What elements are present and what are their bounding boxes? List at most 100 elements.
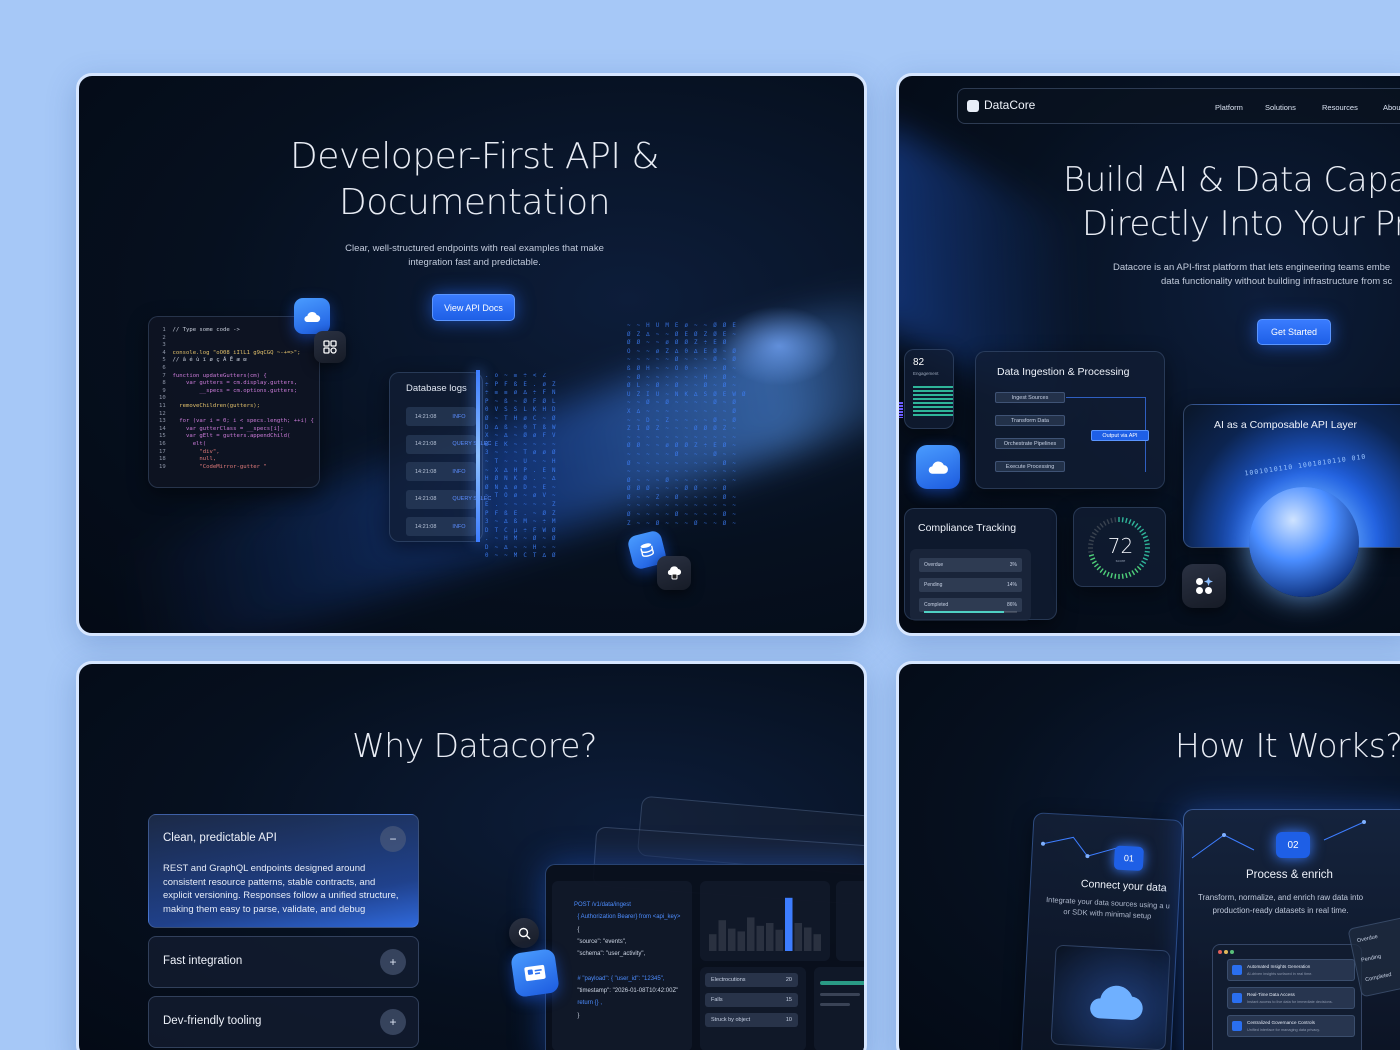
subtitle-line-2: integration fast and predictable. bbox=[408, 257, 541, 268]
expand-button[interactable]: + bbox=[380, 949, 406, 975]
row-label: Pending bbox=[924, 582, 943, 588]
line-number: 17 bbox=[159, 448, 173, 455]
gauge-tick bbox=[1125, 572, 1128, 579]
code-text: __specs = cm.options.gutters; bbox=[172, 387, 298, 394]
page-title: Developer-First API & Documentation bbox=[79, 134, 864, 226]
metrics-panel: Electrocutions 20 Falls 15 Struck by objec… bbox=[700, 967, 806, 1050]
bar bbox=[813, 934, 821, 951]
gauge-tick bbox=[1131, 570, 1136, 576]
row-label: Completed bbox=[924, 602, 949, 608]
line-number: 12 bbox=[159, 410, 173, 417]
metric-value: 10 bbox=[785, 1017, 792, 1023]
gauge-tick bbox=[1125, 517, 1128, 524]
metric-value: 20 bbox=[785, 977, 792, 983]
accordion-title: Clean, predictable API bbox=[163, 832, 277, 844]
nav-solutions[interactable]: Solutions bbox=[1265, 103, 1296, 112]
log-row: 14:21:08 INFO bbox=[406, 407, 476, 426]
gauge-tick bbox=[1114, 573, 1117, 579]
gauge-tick bbox=[1096, 525, 1102, 531]
code-line: "schema": "user_activity", bbox=[574, 951, 646, 958]
collapse-button[interactable]: − bbox=[380, 826, 406, 852]
line-number: 2 bbox=[159, 334, 173, 341]
subtitle: Clear, well-structured endpoints with re… bbox=[79, 242, 864, 270]
nav-platform[interactable]: Platform bbox=[1215, 103, 1243, 112]
gauge-tick bbox=[1139, 563, 1145, 568]
completed-fill bbox=[924, 611, 1004, 613]
hero-subtitle: Datacore is an API-first platform that l… bbox=[1113, 261, 1392, 289]
section-title: How It Works? bbox=[1175, 726, 1400, 765]
code-text: for (var i = 0; i < specs.length; ++i) { bbox=[172, 418, 314, 425]
body-line-3: explicit versioning. Responses follow a … bbox=[163, 890, 399, 901]
insights-window: Automated Insights Generation AI-driven i… bbox=[1212, 944, 1362, 1050]
code-text: // â é ù ï ø ç Ã Ē æ œ bbox=[172, 357, 247, 364]
log-time: 14:21:08 bbox=[415, 496, 437, 502]
score-label: score bbox=[1115, 558, 1126, 563]
code-text: var gutterClass = __specs[i]; bbox=[172, 425, 284, 432]
dashboard-card: POST /v1/data/ingest { Authorization Bea… bbox=[545, 864, 864, 1050]
gauge-tick bbox=[1139, 528, 1145, 533]
accordion-title: Dev-friendly tooling bbox=[163, 1015, 262, 1027]
navbar: DataCore Platform Solutions Resources Ab… bbox=[957, 88, 1400, 124]
body-line-4: making them easy to parse, validate, and… bbox=[163, 903, 366, 915]
desc-line-2: production-ready datasets in real time. bbox=[1212, 905, 1349, 915]
logo-text[interactable]: DataCore bbox=[984, 98, 1035, 112]
request-code: POST /v1/data/ingest { Authorization Bea… bbox=[574, 899, 680, 1022]
bar bbox=[775, 929, 783, 951]
code-line: 9 __specs = cm.options.gutters; bbox=[159, 388, 314, 396]
accordion-title: Fast integration bbox=[163, 955, 243, 967]
code-line: { bbox=[574, 926, 580, 933]
binary-ring: 1001010110 1001010110 010 bbox=[1244, 452, 1367, 478]
gauge-tick bbox=[1114, 517, 1117, 523]
accordion-item-clean-api[interactable]: Clean, predictable API − REST and GraphQ… bbox=[148, 814, 419, 928]
grey-bar bbox=[820, 993, 860, 996]
gauge-tick bbox=[1102, 520, 1107, 526]
metric-row: Electrocutions 20 bbox=[705, 973, 798, 987]
status-label: Pending bbox=[1360, 953, 1382, 964]
database-logs-card: Database logs 14:21:08 INFO 14:21:08 QUERY … bbox=[389, 372, 491, 542]
log-time: 14:21:08 bbox=[415, 441, 437, 447]
engagement-card: 82 Engagement bbox=[904, 349, 954, 429]
line-number: 16 bbox=[159, 440, 173, 447]
teal-bar bbox=[820, 981, 864, 985]
metric-label: Electrocutions bbox=[711, 977, 746, 983]
accordion-item-dev-tooling[interactable]: Dev-friendly tooling + bbox=[148, 996, 419, 1048]
step-number-badge: 01 bbox=[1113, 845, 1144, 872]
hero-subtitle-line-1: Datacore is an API-first platform that l… bbox=[1113, 262, 1391, 273]
line-number: 19 bbox=[159, 463, 173, 470]
view-api-docs-button[interactable]: View API Docs bbox=[432, 294, 515, 321]
nav-resources[interactable]: Resources bbox=[1322, 103, 1358, 112]
bar bbox=[737, 931, 745, 951]
bar bbox=[794, 923, 802, 951]
cloud-illustration bbox=[1050, 944, 1171, 1050]
accordion-item-fast-integration[interactable]: Fast integration + bbox=[148, 936, 419, 988]
constellation-lines bbox=[1041, 836, 1119, 859]
code-line: } bbox=[574, 1012, 580, 1019]
title-line-1: Developer-First API & bbox=[289, 136, 660, 177]
insight-item: Real-Time Data Access Instant access to l… bbox=[1227, 987, 1355, 1009]
hero-title-line-2: Directly Into Your Pr bbox=[1082, 204, 1400, 244]
gauge-tick bbox=[1121, 517, 1124, 523]
log-time: 14:21:08 bbox=[415, 413, 437, 420]
get-started-button[interactable]: Get Started bbox=[1257, 319, 1331, 345]
insight-desc: Unified interface for managing data priv… bbox=[1247, 1028, 1320, 1032]
step-orchestrate-pipelines: Orchestrate Pipelines bbox=[995, 438, 1065, 449]
nav-about[interactable]: About bbox=[1383, 103, 1400, 112]
metric-label: Falls bbox=[711, 997, 723, 1003]
code-line: return {} , bbox=[574, 1000, 603, 1007]
bar-chart-panel bbox=[700, 881, 830, 961]
expand-button[interactable]: + bbox=[380, 1009, 406, 1035]
row-value: 3% bbox=[1009, 562, 1017, 568]
gauge-tick bbox=[1093, 528, 1099, 533]
bar-chart bbox=[709, 897, 821, 951]
step-ingest-sources: Ingest Sources bbox=[995, 392, 1065, 403]
gauge-tick bbox=[1136, 565, 1142, 571]
compliance-list: Overdue 3% Pending 14% Completed 86% bbox=[910, 549, 1031, 621]
code-line: 17 "div", bbox=[159, 449, 314, 457]
compliance-row-pending: Pending 14% bbox=[919, 578, 1022, 592]
insight-icon bbox=[1232, 965, 1242, 975]
insight-title: Automated Insights Generation bbox=[1247, 964, 1311, 969]
status-label: Overdue bbox=[1356, 933, 1379, 945]
code-line: 1 // Type some code -> bbox=[159, 327, 314, 335]
code-text: var gElt = gutters.appendChild( bbox=[172, 433, 291, 440]
